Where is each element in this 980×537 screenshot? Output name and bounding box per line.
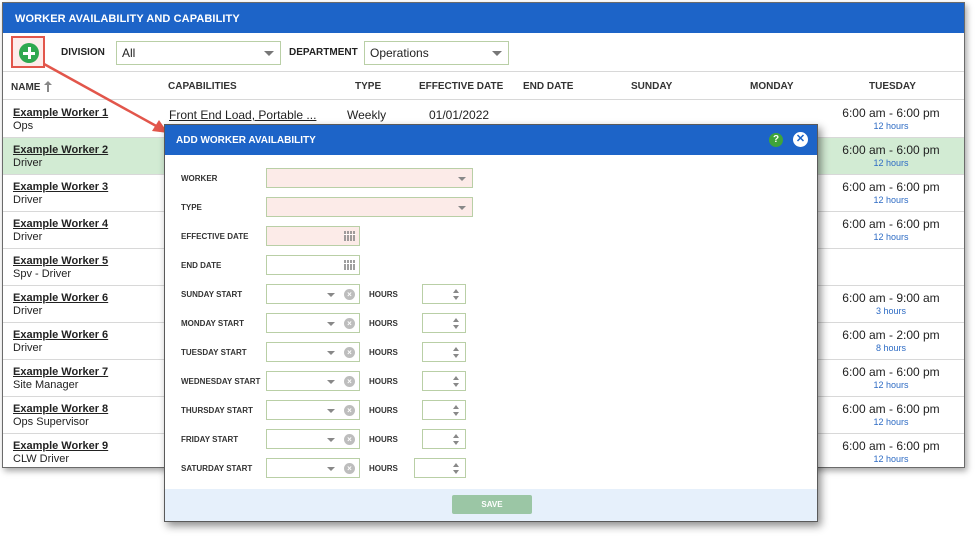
save-button[interactable]: SAVE — [452, 495, 532, 514]
effective-date-input[interactable] — [266, 226, 360, 246]
hours-stepper[interactable] — [422, 284, 466, 304]
chevron-down-icon — [327, 351, 335, 355]
chevron-down-icon — [458, 177, 466, 181]
day-start-label: TUESDAY START — [181, 348, 247, 357]
chevron-down-icon — [327, 380, 335, 384]
chevron-down-icon — [327, 322, 335, 326]
hours-stepper[interactable] — [414, 458, 466, 478]
clear-icon[interactable]: × — [344, 434, 355, 445]
clear-icon[interactable]: × — [344, 405, 355, 416]
dialog-footer: SAVE — [165, 489, 817, 521]
calendar-icon[interactable] — [344, 231, 356, 241]
end-date-label: END DATE — [181, 261, 222, 270]
day-start-select[interactable]: × — [266, 371, 360, 391]
chevron-down-icon — [327, 293, 335, 297]
hours-label: HOURS — [369, 348, 398, 357]
spinner-arrows-icon[interactable] — [453, 317, 460, 330]
hours-label: HOURS — [369, 435, 398, 444]
day-start-label: WEDNESDAY START — [181, 377, 261, 386]
help-icon[interactable]: ? — [769, 133, 783, 147]
day-start-select[interactable]: × — [266, 400, 360, 420]
close-icon[interactable]: ✕ — [793, 132, 808, 147]
day-start-label: SATURDAY START — [181, 464, 253, 473]
type-label: TYPE — [181, 203, 202, 212]
worker-label: WORKER — [181, 174, 218, 183]
chevron-down-icon — [327, 438, 335, 442]
spinner-arrows-icon[interactable] — [453, 404, 460, 417]
spinner-arrows-icon[interactable] — [453, 462, 460, 475]
hours-label: HOURS — [369, 290, 398, 299]
chevron-down-icon — [327, 467, 335, 471]
calendar-icon[interactable] — [344, 260, 356, 270]
hours-label: HOURS — [369, 406, 398, 415]
hours-label: HOURS — [369, 377, 398, 386]
clear-icon[interactable]: × — [344, 376, 355, 387]
day-start-select[interactable]: × — [266, 313, 360, 333]
dialog-title-bar: ADD WORKER AVAILABILITY ? ✕ — [165, 125, 817, 155]
clear-icon[interactable]: × — [344, 347, 355, 358]
spinner-arrows-icon[interactable] — [453, 375, 460, 388]
day-start-select[interactable]: × — [266, 342, 360, 362]
hours-stepper[interactable] — [422, 371, 466, 391]
hours-label: HOURS — [369, 464, 398, 473]
dialog-title: ADD WORKER AVAILABILITY — [176, 135, 316, 146]
chevron-down-icon — [327, 409, 335, 413]
effective-date-label: EFFECTIVE DATE — [181, 232, 249, 241]
day-start-label: MONDAY START — [181, 319, 244, 328]
hours-stepper[interactable] — [422, 313, 466, 333]
clear-icon[interactable]: × — [344, 463, 355, 474]
day-start-label: FRIDAY START — [181, 435, 239, 444]
hours-stepper[interactable] — [422, 400, 466, 420]
end-date-input[interactable] — [266, 255, 360, 275]
spinner-arrows-icon[interactable] — [453, 346, 460, 359]
day-start-select[interactable]: × — [266, 458, 360, 478]
worker-select[interactable] — [266, 168, 473, 188]
day-start-label: SUNDAY START — [181, 290, 243, 299]
clear-icon[interactable]: × — [344, 289, 355, 300]
add-worker-availability-dialog: ADD WORKER AVAILABILITY ? ✕ WORKER TYPE … — [164, 124, 818, 522]
spinner-arrows-icon[interactable] — [453, 288, 460, 301]
hours-stepper[interactable] — [422, 429, 466, 449]
hours-stepper[interactable] — [422, 342, 466, 362]
clear-icon[interactable]: × — [344, 318, 355, 329]
type-select[interactable] — [266, 197, 473, 217]
day-start-label: THURSDAY START — [181, 406, 253, 415]
day-start-select[interactable]: × — [266, 429, 360, 449]
day-start-select[interactable]: × — [266, 284, 360, 304]
chevron-down-icon — [458, 206, 466, 210]
spinner-arrows-icon[interactable] — [453, 433, 460, 446]
hours-label: HOURS — [369, 319, 398, 328]
